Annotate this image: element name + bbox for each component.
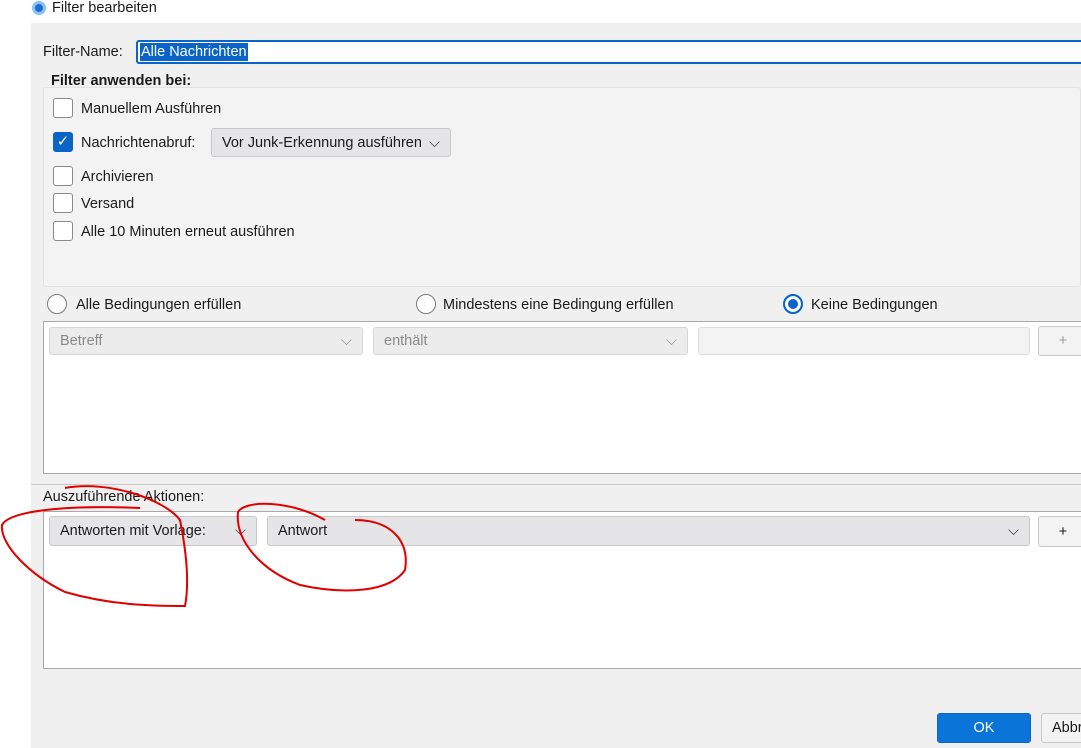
red-annotation-circles bbox=[0, 485, 407, 608]
annotation-circle-template bbox=[236, 502, 407, 592]
annotation-circle-action bbox=[0, 485, 189, 608]
